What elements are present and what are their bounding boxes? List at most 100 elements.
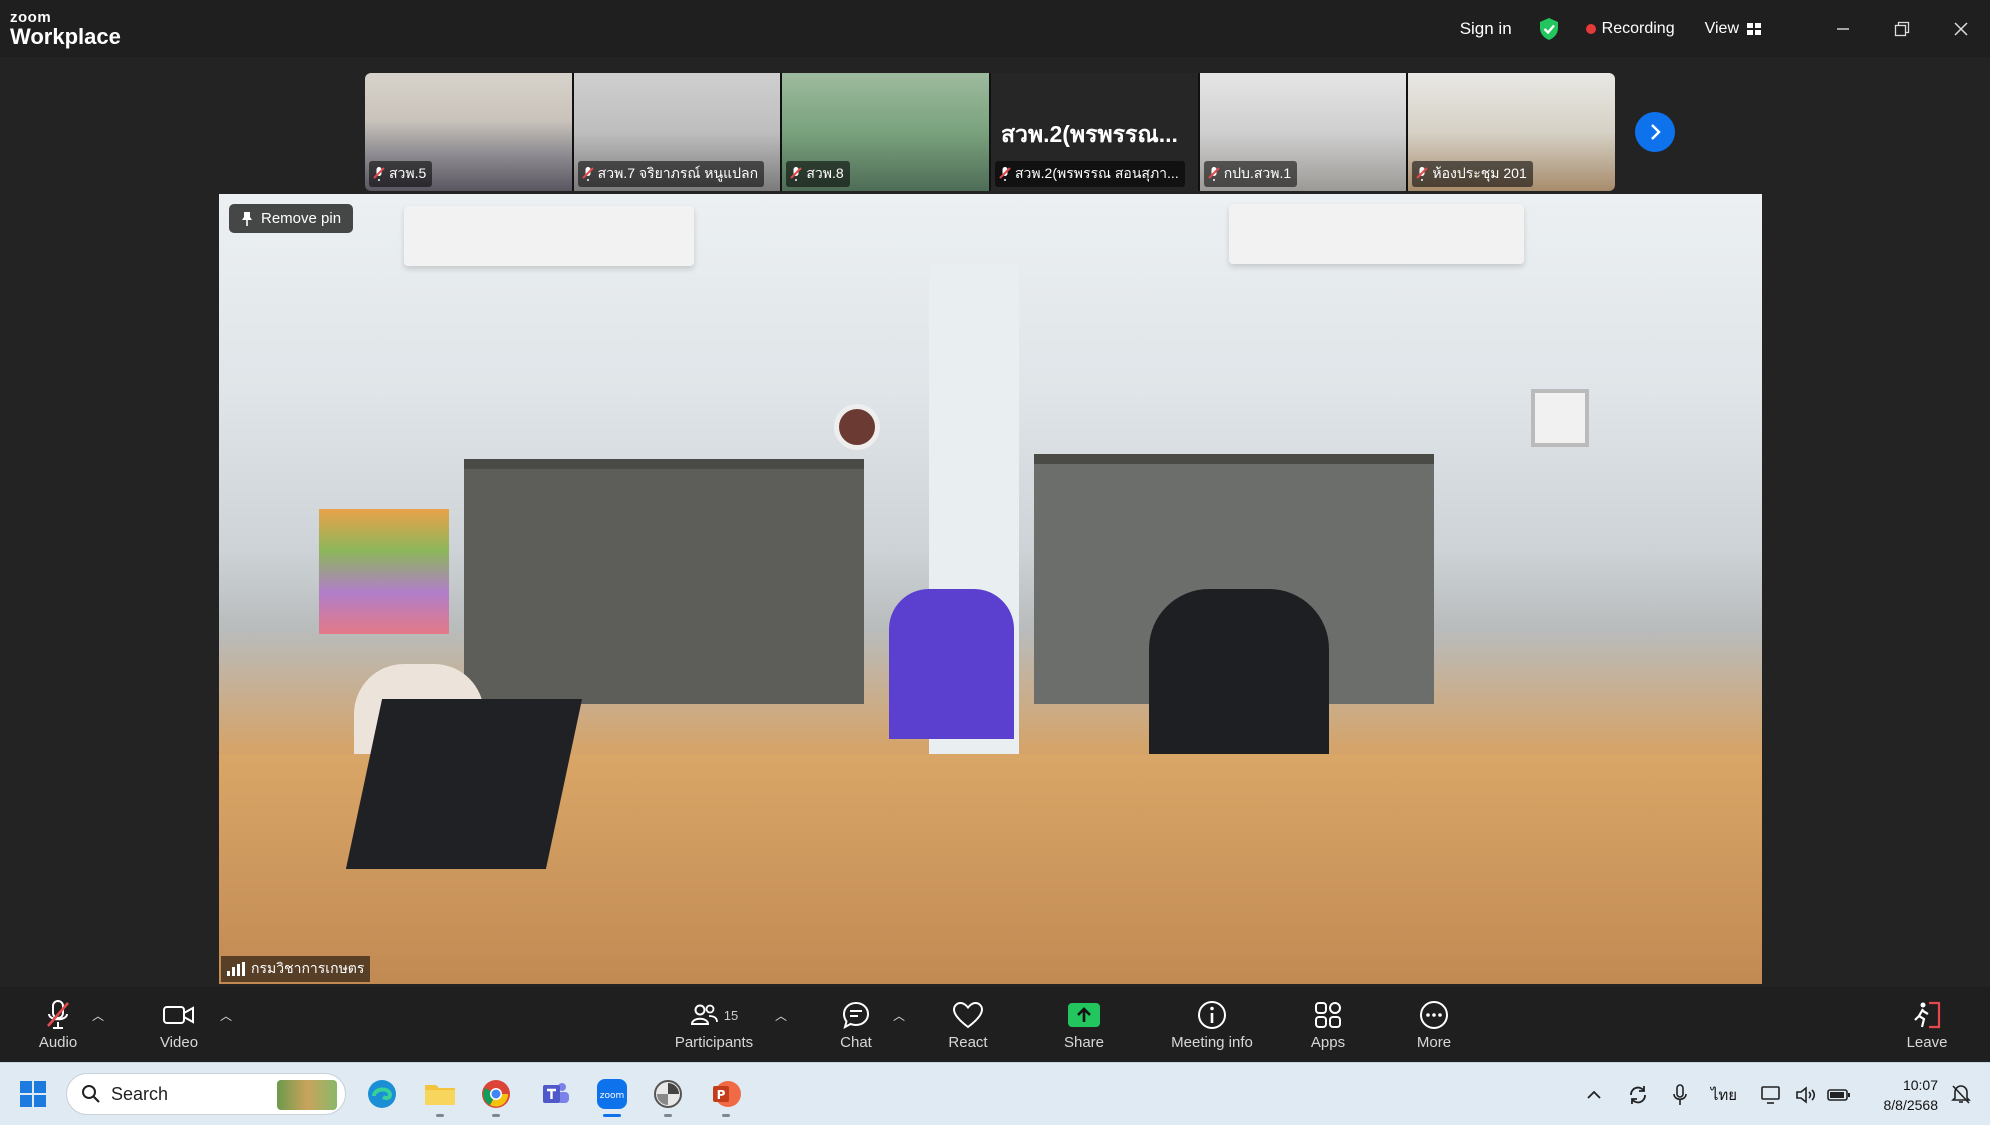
security-shield-icon[interactable]: [1538, 17, 1560, 41]
speaker-name: กรมวิชาการเกษตร: [251, 960, 365, 976]
scene-ac-unit-left: [404, 206, 694, 266]
taskbar-chrome[interactable]: [474, 1073, 518, 1117]
leave-button[interactable]: Leave: [1900, 987, 1954, 1062]
chat-label: Chat: [840, 1034, 872, 1051]
teams-icon: [543, 1083, 569, 1103]
participants-icon: [690, 1004, 718, 1025]
gallery-strip: สวพ.5 สวพ.7 จริยาภรณ์ หนูแปลก สวพ.8 สวพ.…: [365, 73, 1615, 191]
zoom-app-icon: zoom: [597, 1079, 627, 1109]
speaker-label: กรมวิชาการเกษตร: [221, 956, 371, 982]
participant-tile[interactable]: ห้องประชุม 201: [1408, 73, 1615, 191]
battery-icon[interactable]: [1822, 1088, 1856, 1102]
participants-button[interactable]: 15 Participants: [668, 987, 760, 1062]
participant-label: ห้องประชุม 201: [1412, 161, 1533, 187]
meeting-info-button[interactable]: Meeting info: [1164, 987, 1260, 1062]
taskbar-app[interactable]: [646, 1073, 690, 1117]
meeting-controls: Audio ︿ Video ︿ 15 Participants ︿ Chat ︿: [0, 987, 1990, 1062]
folder-icon: [425, 1085, 455, 1105]
view-button[interactable]: View: [1705, 20, 1761, 38]
powerpoint-icon: P: [713, 1081, 741, 1107]
scene-window-left: [464, 459, 864, 704]
chat-options-caret[interactable]: ︿: [893, 1007, 905, 1024]
participant-tile[interactable]: สวพ.5: [365, 73, 574, 191]
brand-big: Workplace: [10, 24, 121, 49]
remove-pin-button[interactable]: Remove pin: [229, 204, 354, 233]
input-language[interactable]: ไทย: [1700, 1083, 1748, 1107]
info-icon: [1198, 1001, 1226, 1029]
svg-text:zoom: zoom: [600, 1091, 625, 1101]
volume-icon[interactable]: [1790, 1085, 1822, 1105]
grid-view-icon: [1747, 22, 1761, 35]
participant-name: สวพ.7 จริยาภรณ์ หนูแปลก: [597, 165, 759, 181]
show-hidden-icons-chevron-icon[interactable]: [1580, 1090, 1608, 1100]
zoom-logo: zoom Workplace: [10, 10, 121, 48]
pinned-video[interactable]: Remove pin กรมวิชาการเกษตร: [219, 194, 1762, 984]
participants-count: 15: [723, 1007, 739, 1023]
close-icon: [1953, 21, 1968, 36]
chat-bubble-icon: [842, 1001, 870, 1030]
participant-display-name: สวพ.2(พรพรรณ...: [1001, 121, 1178, 147]
taskbar-teams[interactable]: [534, 1073, 578, 1115]
close-button[interactable]: [1931, 0, 1990, 57]
scene-poster: [319, 509, 449, 634]
taskbar-zoom[interactable]: zoom: [590, 1073, 634, 1117]
network-display-icon[interactable]: [1754, 1085, 1790, 1105]
recording-label: Recording: [1601, 19, 1675, 37]
restore-button[interactable]: [1872, 0, 1931, 57]
windows-logo-icon: [20, 1081, 46, 1107]
muted-mic-icon: [47, 1000, 69, 1029]
notifications-button[interactable]: [1944, 1073, 1978, 1115]
scene-laptop: [345, 699, 583, 869]
more-dots-icon: [1420, 1001, 1448, 1029]
windows-taskbar: Search zoom P ไทย 10:07 8/8/2568: [0, 1062, 1990, 1125]
taskbar-search[interactable]: Search: [66, 1073, 346, 1115]
muted-mic-icon: [373, 167, 385, 181]
chat-button[interactable]: Chat: [832, 987, 880, 1062]
participant-tile[interactable]: กปบ.สวพ.1: [1199, 73, 1409, 191]
muted-mic-icon: [1207, 167, 1220, 181]
minimize-icon: [1836, 27, 1849, 30]
search-icon: [82, 1085, 100, 1103]
participant-name: ห้องประชุม 201: [1432, 165, 1527, 181]
video-options-caret[interactable]: ︿: [220, 1007, 232, 1024]
video-button[interactable]: Video: [154, 987, 204, 1062]
apps-button[interactable]: Apps: [1306, 987, 1350, 1062]
scene-ac-unit-right: [1229, 204, 1524, 264]
participant-tile[interactable]: สวพ.2(พรพรรณ... สวพ.2(พรพรรณ สอนสุภา...: [991, 73, 1200, 191]
more-button[interactable]: More: [1410, 987, 1458, 1062]
apps-label: Apps: [1310, 1034, 1346, 1051]
participant-tile[interactable]: สวพ.8: [782, 73, 992, 191]
brand-small: zoom: [10, 9, 52, 26]
react-button[interactable]: React: [942, 987, 994, 1062]
zoom-window: zoom Workplace Sign in Recording View สว…: [0, 0, 1990, 1125]
minimize-button[interactable]: [1813, 0, 1872, 57]
taskbar-edge[interactable]: [360, 1073, 404, 1115]
running-indicator: [722, 1114, 730, 1117]
sign-in-link[interactable]: Sign in: [1460, 19, 1512, 39]
running-indicator: [492, 1114, 500, 1117]
audio-button[interactable]: Audio: [32, 987, 84, 1062]
participant-tile[interactable]: สวพ.7 จริยาภรณ์ หนูแปลก: [573, 73, 783, 191]
taskbar-file-explorer[interactable]: [418, 1073, 462, 1117]
sync-icon[interactable]: [1616, 1084, 1660, 1106]
system-clock[interactable]: 10:07 8/8/2568: [1884, 1075, 1939, 1115]
app-swirl-icon: [654, 1080, 682, 1108]
participants-label: Participants: [674, 1034, 754, 1051]
participant-name: สวพ.2(พรพรรณ สอนสุภา...: [1015, 165, 1179, 181]
microphone-icon[interactable]: [1660, 1083, 1700, 1106]
share-screen-icon: [1068, 1003, 1100, 1027]
next-page-button[interactable]: [1635, 112, 1675, 152]
recording-indicator[interactable]: Recording: [1585, 19, 1675, 38]
share-button[interactable]: Share: [1058, 987, 1110, 1062]
participant-label: กปบ.สวพ.1: [1203, 161, 1298, 187]
edge-browser-icon: [368, 1080, 396, 1108]
start-button[interactable]: [12, 1073, 54, 1115]
leave-exit-icon: [1914, 1001, 1941, 1029]
search-label: Search: [111, 1083, 169, 1104]
taskbar-powerpoint[interactable]: P: [704, 1073, 748, 1117]
scene-person-right: [1149, 589, 1329, 764]
participants-options-caret[interactable]: ︿: [775, 1007, 787, 1024]
audio-options-caret[interactable]: ︿: [92, 1007, 104, 1024]
participant-name: สวพ.8: [806, 165, 844, 181]
running-indicator: [436, 1114, 444, 1117]
